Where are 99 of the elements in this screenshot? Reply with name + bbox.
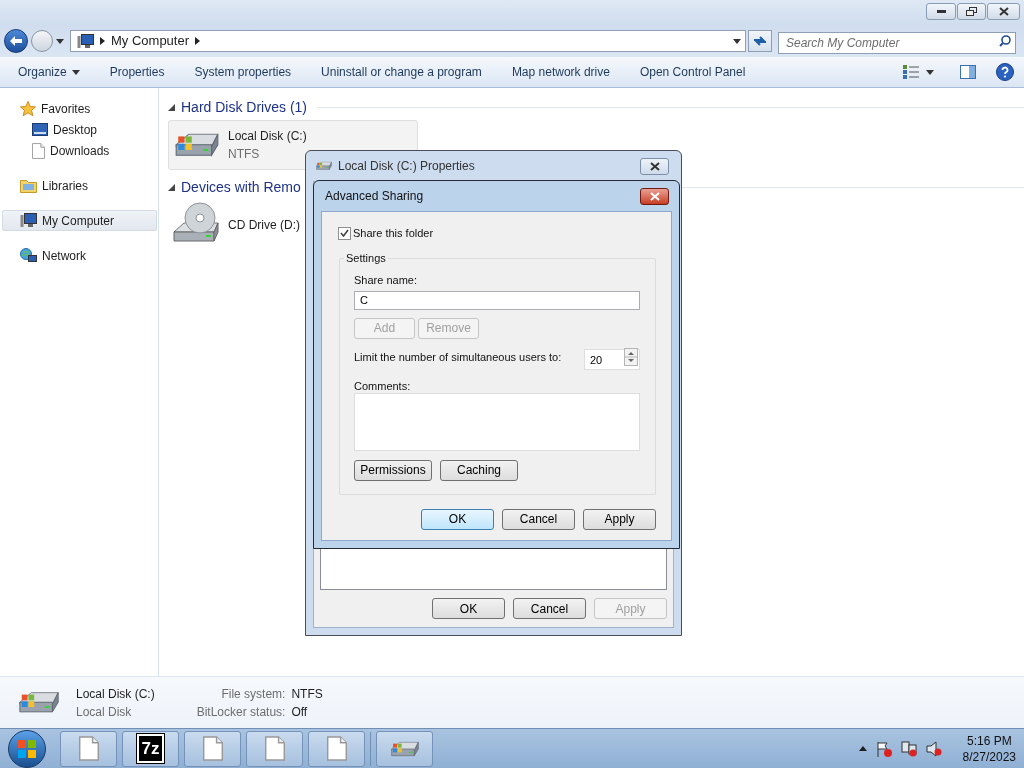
dialog-button[interactable]: Cancel (502, 508, 575, 530)
back-arrow-icon (10, 36, 22, 46)
checkbox[interactable] (338, 226, 351, 240)
address-path[interactable]: My Computer (111, 31, 190, 51)
group-header: Hard Disk Drives (1) (181, 97, 307, 117)
dialog-button[interactable]: Caching (440, 459, 518, 481)
document-icon (202, 736, 223, 761)
taskbar-button[interactable] (60, 730, 117, 767)
minimize-button[interactable] (926, 3, 956, 20)
toolbar-button[interactable]: Uninstall or change a program (306, 60, 497, 84)
details-label: File system: (220, 685, 286, 703)
caret-icon (56, 38, 64, 44)
sidebar-item[interactable]: Libraries (2, 175, 157, 196)
restore-icon (966, 7, 977, 16)
computer-icon (20, 213, 37, 228)
dialog-title: Advanced Sharing (325, 188, 424, 205)
details-value: NTFS (291, 685, 323, 703)
checkbox-label: Share this folder (353, 226, 434, 241)
start-button[interactable] (8, 729, 46, 768)
expand-triangle-icon[interactable] (168, 183, 175, 191)
drive-file-system: NTFS (228, 146, 261, 163)
flag-warning-icon[interactable] (875, 740, 892, 757)
document-icon (264, 736, 285, 761)
dialog-button[interactable]: OK (421, 508, 494, 530)
details-type: Local Disk (76, 703, 133, 721)
refresh-button[interactable] (748, 30, 772, 52)
back-button[interactable] (4, 29, 28, 53)
drive-name: CD Drive (D:) (228, 217, 300, 234)
dialog-button[interactable]: Apply (583, 508, 656, 530)
toolbar-button[interactable]: Map network drive (496, 60, 625, 84)
archive-logo: 7z (136, 734, 165, 763)
taskbar-button[interactable] (184, 730, 241, 767)
caret-icon (733, 38, 741, 44)
field-label: Share name: (354, 272, 418, 287)
toolbar-button[interactable]: Open Control Panel (624, 60, 761, 84)
clock-time: 5:16 PM (966, 732, 1012, 749)
desktop-icon (32, 122, 48, 137)
folder-icon (20, 178, 37, 193)
comments-field[interactable] (354, 392, 640, 451)
drive-icon (315, 159, 333, 173)
details-name: Local Disk (C:) (76, 685, 155, 703)
search-icon (999, 35, 1011, 47)
details-value: Off (291, 703, 309, 721)
share-name-field[interactable]: C (354, 290, 640, 310)
close-icon (998, 7, 1009, 16)
address-field[interactable]: My Computer (70, 30, 746, 52)
document-icon (326, 736, 347, 761)
sidebar-item[interactable]: My Computer (2, 210, 157, 231)
close-icon (649, 161, 660, 171)
dialog-button[interactable]: Cancel (513, 598, 586, 619)
dialog-button[interactable]: Permissions (354, 459, 432, 481)
preview-pane-button[interactable] (958, 65, 978, 79)
details-label: BitLocker status: (196, 703, 286, 721)
chevron-icon (195, 37, 201, 45)
toolbar-button[interactable]: System properties (179, 60, 307, 84)
view-icon (903, 65, 919, 79)
document-icon (78, 736, 99, 761)
dialog-button[interactable]: OK (432, 598, 505, 619)
history-dropdown[interactable] (56, 38, 66, 44)
toolbar-button[interactable]: Organize (3, 60, 95, 84)
field-label: Comments: (354, 378, 412, 393)
search-field[interactable]: Search My Computer (778, 32, 1016, 54)
computer-icon (77, 33, 94, 49)
sidebar-item[interactable]: Downloads (2, 140, 157, 161)
chevron-icon (100, 37, 105, 45)
group-header: Devices with Remo (181, 177, 301, 197)
dialog-close-button[interactable] (640, 187, 669, 205)
network-icon (20, 247, 37, 264)
star-icon (20, 100, 36, 117)
spinner-arrows-icon[interactable] (624, 348, 638, 366)
help-button[interactable] (996, 63, 1014, 81)
help-icon (996, 63, 1014, 81)
preview-pane-icon (960, 65, 976, 79)
dialog-close-button[interactable] (640, 157, 669, 175)
field-label: Limit the number of simultaneous users to: (354, 349, 562, 365)
check-icon (340, 229, 349, 238)
caret-icon (926, 69, 934, 75)
sidebar-item[interactable]: Desktop (2, 119, 157, 140)
taskbar-button[interactable] (246, 730, 303, 767)
close-icon (649, 191, 660, 201)
windows-logo-icon (18, 739, 36, 758)
network-warning-icon[interactable] (900, 740, 917, 757)
muted-speaker-icon[interactable] (925, 740, 942, 757)
taskbar-button[interactable] (308, 730, 365, 767)
restore-button[interactable] (957, 3, 986, 20)
clock-date: 8/27/2023 (962, 748, 1016, 765)
sidebar-item[interactable]: Favorites (2, 98, 157, 119)
clock[interactable]: 5:16 PM 8/27/2023 (962, 732, 1016, 765)
refresh-icon (753, 35, 767, 47)
taskbar-button[interactable]: 7z (122, 730, 179, 767)
show-hidden-icons-icon[interactable] (858, 746, 867, 751)
drive-name: Local Disk (C:) (228, 128, 307, 145)
sidebar-item[interactable]: Network (2, 245, 157, 266)
document-icon (32, 142, 45, 159)
minimize-icon (936, 10, 946, 13)
taskbar-button[interactable] (376, 730, 433, 767)
expand-triangle-icon[interactable] (168, 103, 175, 111)
close-button[interactable] (987, 3, 1020, 20)
toolbar-button[interactable]: Properties (94, 60, 180, 84)
